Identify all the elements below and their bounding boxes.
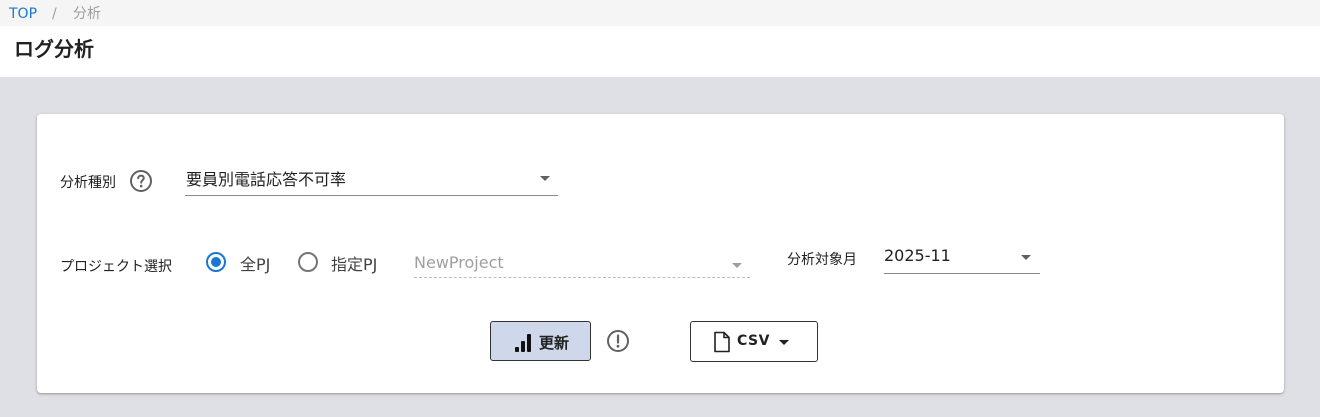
target-month-value: 2025-11 (884, 246, 951, 265)
analysis-form-card: 分析種別 要員別電話応答不可率 プロジェクト選択 全PJ 指定PJ NewPro… (37, 114, 1284, 393)
target-month-label: 分析対象月 (787, 252, 857, 268)
radio-all-projects-label[interactable]: 全PJ (240, 251, 270, 275)
chevron-down-icon (1021, 255, 1031, 260)
project-select-label: プロジェクト選択 (60, 259, 172, 275)
target-month-select[interactable]: 2025-11 (884, 241, 1040, 274)
update-button[interactable]: 更新 (490, 321, 591, 361)
page-title: ログ分析 (14, 37, 94, 61)
breadcrumb-home-link[interactable]: TOP (9, 0, 37, 28)
breadcrumb-current: 分析 (73, 6, 101, 22)
radio-specific-project-label[interactable]: 指定PJ (331, 251, 377, 275)
bar-chart-icon (515, 334, 531, 352)
caret-down-icon (779, 340, 789, 345)
chevron-down-icon (732, 263, 742, 268)
analysis-type-value: 要員別電話応答不可率 (186, 170, 347, 189)
chevron-down-icon (540, 176, 550, 181)
radio-specific-project[interactable] (298, 252, 318, 272)
exclamation-circle-icon[interactable] (606, 329, 630, 353)
question-circle-icon[interactable] (129, 169, 153, 193)
file-icon (714, 331, 730, 353)
project-name-value: NewProject (414, 253, 504, 272)
analysis-type-label: 分析種別 (60, 175, 116, 191)
csv-download-button[interactable]: CSV (690, 321, 818, 362)
project-name-select: NewProject (414, 250, 750, 278)
csv-button-label: CSV (737, 333, 770, 349)
radio-all-projects[interactable] (206, 252, 226, 272)
update-button-label: 更新 (539, 334, 570, 352)
breadcrumb: TOP / 分析 (0, 0, 1320, 26)
breadcrumb-separator: / (52, 6, 57, 22)
analysis-type-select[interactable]: 要員別電話応答不可率 (185, 161, 558, 196)
